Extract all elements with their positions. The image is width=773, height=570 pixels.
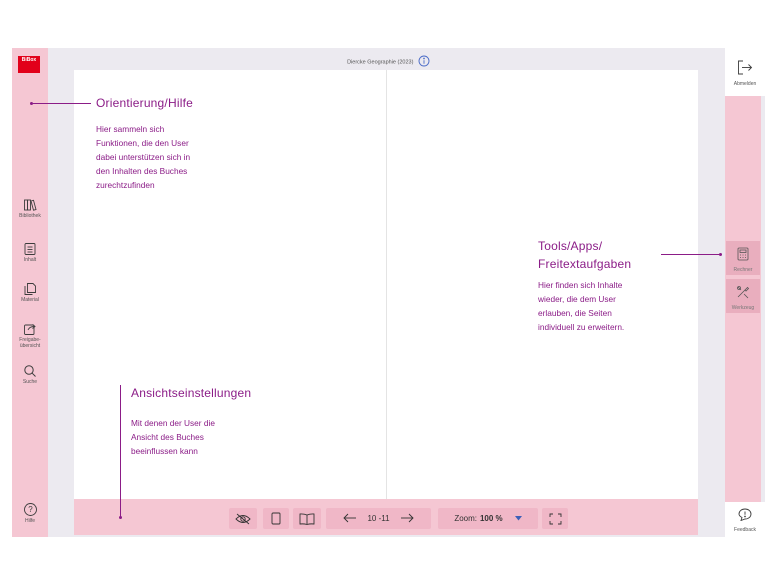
- nav-item-freigabe[interactable]: Freigabe- übersicht: [12, 322, 48, 349]
- logout-label: Abmelden: [733, 81, 757, 87]
- feedback-button[interactable]: Feedback: [725, 502, 765, 537]
- zoom-select[interactable]: Zoom: 100 %: [438, 508, 538, 529]
- tools-line: Hier finden sich Inhalte: [538, 280, 623, 290]
- nav-item-suche[interactable]: Suche: [12, 364, 48, 385]
- view-connector-line: [120, 385, 121, 517]
- tools-connector-line: [661, 254, 719, 255]
- hide-toggle-button[interactable]: [229, 508, 257, 529]
- book-title-bar: Diercke Geographie (2023): [12, 55, 765, 69]
- tools-title-line: Freitextaufgaben: [538, 257, 632, 271]
- left-sidebar: BiBox Bibliothek Inhalt Material Freigab…: [12, 48, 48, 537]
- material-icon: [24, 283, 36, 295]
- tool-werkzeug[interactable]: Werkzeug: [726, 279, 760, 313]
- svg-text:?: ?: [28, 505, 33, 514]
- page-navigation: 10 -11: [326, 508, 431, 529]
- view-line: Mit denen der User die: [131, 418, 215, 428]
- tools-title: Tools/Apps/ Freitextaufgaben: [538, 237, 631, 273]
- share-icon: [24, 324, 36, 335]
- view-marker-dot: [119, 516, 122, 519]
- orientation-line: den Inhalten des Buches: [96, 166, 188, 176]
- arrow-right-icon: [400, 513, 414, 522]
- fullscreen-button[interactable]: [542, 508, 568, 529]
- orientation-line: Funktionen, die den User: [96, 138, 189, 148]
- tools-marker-dot: [719, 253, 722, 256]
- page-divider: [386, 70, 387, 520]
- tools-line: wieder, die dem User: [538, 294, 616, 304]
- view-toolbar: 10 -11 Zoom: 100 %: [74, 499, 698, 535]
- nav-item-material[interactable]: Material: [12, 282, 48, 303]
- open-book-icon: [299, 513, 315, 525]
- next-page-button[interactable]: [400, 510, 414, 528]
- feedback-icon: [738, 508, 752, 522]
- tools-icon: [737, 286, 750, 299]
- contents-icon: [24, 243, 36, 255]
- tool-rechner[interactable]: Rechner: [726, 241, 760, 275]
- chevron-down-icon: [514, 516, 522, 521]
- help-label: Hilfe: [24, 518, 35, 524]
- prev-page-button[interactable]: [343, 510, 357, 528]
- nav-label-material: Material: [21, 297, 39, 303]
- orientation-line: Hier sammeln sich: [96, 124, 165, 134]
- single-page-icon: [271, 512, 281, 525]
- eye-slash-icon: [235, 513, 251, 524]
- calculator-icon: [737, 247, 749, 261]
- view-settings-title: Ansichtseinstellungen: [131, 386, 252, 400]
- help-button[interactable]: ? Hilfe: [12, 502, 48, 524]
- view-settings-description: Mit denen der User die Ansicht des Buche…: [131, 416, 215, 458]
- page-number-field[interactable]: 10 -11: [367, 514, 389, 523]
- zoom-label: Zoom:: [454, 514, 477, 523]
- tools-title-line: Tools/Apps/: [538, 239, 603, 253]
- nav-label-inhalt: Inhalt: [23, 257, 37, 263]
- tools-line: erlauben, die Seiten: [538, 308, 612, 318]
- orientation-title: Orientierung/Hilfe: [96, 96, 193, 110]
- nav-label-suche: Suche: [22, 379, 38, 385]
- logout-button[interactable]: Abmelden: [725, 48, 765, 96]
- feedback-label: Feedback: [734, 527, 756, 533]
- zoom-value: 100 %: [479, 514, 503, 523]
- nav-item-bibliothek[interactable]: Bibliothek: [12, 198, 48, 219]
- nav-item-inhalt[interactable]: Inhalt: [12, 242, 48, 263]
- orientation-connector-line: [33, 103, 91, 104]
- double-page-button[interactable]: [293, 508, 321, 529]
- fullscreen-icon: [549, 513, 561, 524]
- orientation-line: dabei unterstützen sich in: [96, 152, 191, 162]
- search-icon: [24, 365, 36, 377]
- book-title: Diercke Geographie (2023): [347, 59, 414, 66]
- arrow-left-icon: [343, 513, 357, 522]
- tools-description: Hier finden sich Inhalte wieder, die dem…: [538, 278, 624, 334]
- tools-line: individuell zu erweitern.: [538, 322, 625, 332]
- view-line: Ansicht des Buches: [131, 432, 204, 442]
- logout-icon: [738, 60, 753, 75]
- tool-rechner-label: Rechner: [733, 267, 753, 273]
- tool-werkzeug-label: Werkzeug: [731, 305, 755, 311]
- nav-label-bibliothek: Bibliothek: [19, 213, 41, 219]
- orientation-description: Hier sammeln sich Funktionen, die den Us…: [96, 122, 190, 192]
- help-icon: ?: [23, 503, 37, 516]
- single-page-button[interactable]: [263, 508, 289, 529]
- view-line: beeinflussen kann: [131, 446, 198, 456]
- nav-label-freigabe: Freigabe- übersicht: [19, 337, 41, 349]
- info-icon[interactable]: [418, 55, 430, 69]
- orientation-line: zurechtzufinden: [96, 180, 155, 190]
- books-icon: [24, 199, 37, 211]
